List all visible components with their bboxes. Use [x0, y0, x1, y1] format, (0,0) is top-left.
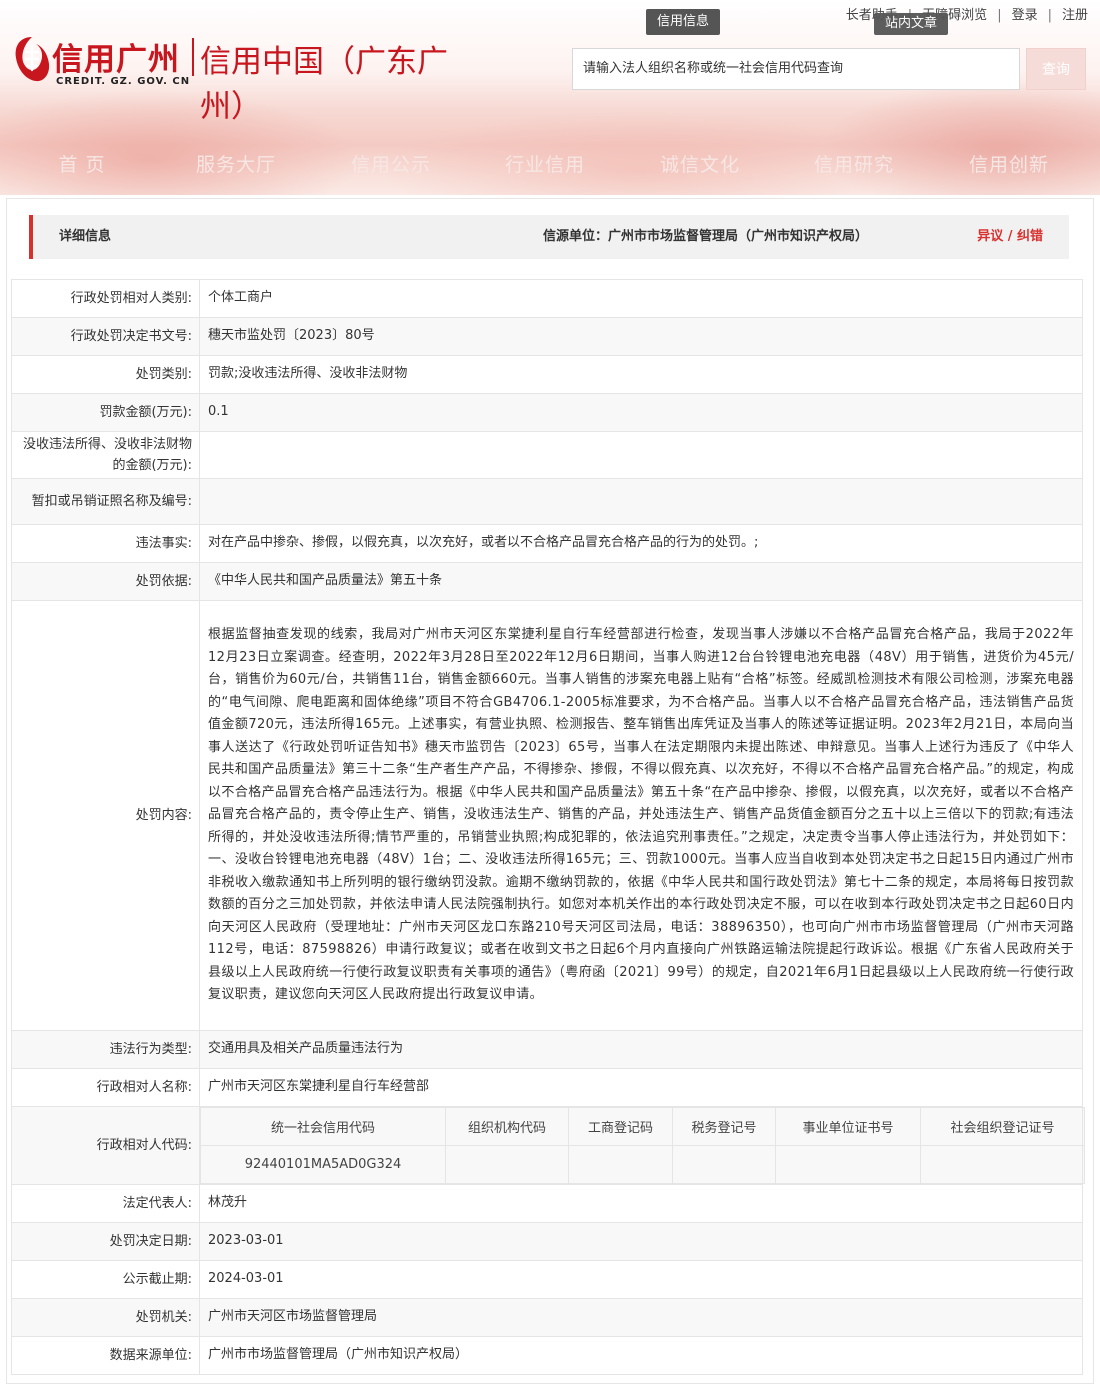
row-label: 暂扣或吊销证照名称及编号: [11, 478, 200, 525]
detail-panel: 详细信息 信源单位：广州市市场监督管理局（广州市知识产权局） 异议 / 纠错 行… [6, 198, 1094, 1384]
table-row: 处罚依据: 《中华人民共和国产品质量法》第五十条 [11, 562, 1083, 601]
row-value: 林茂升 [199, 1184, 1083, 1223]
search-button[interactable]: 查询 [1026, 48, 1086, 90]
code-value [672, 1145, 776, 1184]
table-row: 行政相对人名称: 广州市天河区东棠捷利星自行车经营部 [11, 1068, 1083, 1107]
row-label: 违法行为类型: [11, 1030, 200, 1069]
row-value: 交通用具及相关产品质量违法行为 [199, 1030, 1083, 1069]
row-label: 处罚内容: [11, 600, 200, 1031]
table-row: 数据来源单位: 广州市市场监督管理局（广州市知识产权局） [11, 1336, 1083, 1375]
column-header: 事业单位证书号 [775, 1107, 921, 1146]
column-header: 组织机构代码 [445, 1107, 569, 1146]
table-row: 行政处罚相对人类别: 个体工商户 [11, 279, 1083, 318]
table-row: 暂扣或吊销证照名称及编号: [11, 478, 1083, 525]
row-label: 行政处罚相对人类别: [11, 279, 200, 318]
table-row: 处罚机关: 广州市天河区市场监督管理局 [11, 1298, 1083, 1337]
row-value: 对在产品中掺杂、掺假，以假充真，以次充好，或者以不合格产品冒充合格产品的行为的处… [199, 524, 1083, 563]
column-header: 统一社会信用代码 [200, 1107, 446, 1146]
source-unit: 信源单位：广州市市场监督管理局（广州市知识产权局） [543, 229, 869, 244]
row-label: 处罚机关: [11, 1298, 200, 1337]
search-input[interactable]: 请输入法人组织名称或统一社会信用代码查询 [572, 48, 1020, 90]
objection-correction-link[interactable]: 异议 / 纠错 [977, 215, 1043, 259]
search-type-site-articles[interactable]: 站内文章 [874, 13, 948, 35]
table-row: 违法行为类型: 交通用具及相关产品质量违法行为 [11, 1030, 1083, 1069]
row-label: 没收违法所得、没收非法财物的金额(万元): [11, 431, 200, 479]
row-label: 公示截止期: [11, 1260, 200, 1299]
table-row: 公示截止期: 2024-03-01 [11, 1260, 1083, 1299]
column-header: 社会组织登记证号 [920, 1107, 1085, 1146]
row-value: 2024-03-01 [199, 1260, 1083, 1299]
logo-main-text: 信用广州 [52, 42, 180, 78]
row-label: 处罚类别: [11, 355, 200, 394]
table-row: 行政相对人代码: 统一社会信用代码 组织机构代码 工商登记码 税务登记号 事业单… [11, 1106, 1085, 1185]
nav-item-credit-publicity[interactable]: 信用公示 [321, 150, 461, 177]
search-type-credit-info[interactable]: 信用信息 [646, 9, 720, 35]
row-label: 违法事实: [11, 524, 200, 563]
credit-seal-icon [15, 37, 50, 82]
table-row: 处罚决定日期: 2023-03-01 [11, 1222, 1083, 1261]
nav-item-integrity-culture[interactable]: 诚信文化 [630, 150, 770, 177]
registration-codes-table: 统一社会信用代码 组织机构代码 工商登记码 税务登记号 事业单位证书号 社会组织… [200, 1107, 1085, 1184]
detail-header-bar: 详细信息 信源单位：广州市市场监督管理局（广州市知识产权局） 异议 / 纠错 [29, 215, 1069, 259]
penalty-detail-table: 行政处罚相对人类别: 个体工商户 行政处罚决定书文号: 穗天市监处罚〔2023〕… [11, 279, 1085, 1375]
site-logo[interactable]: 信用广州 CREDIT. GZ. GOV. CN 信用中国（广东广州） [12, 32, 482, 125]
link-separator: | [1047, 8, 1052, 23]
nav-item-credit-research[interactable]: 信用研究 [784, 150, 924, 177]
row-label: 行政处罚决定书文号: [11, 317, 200, 356]
row-label: 数据来源单位: [11, 1336, 200, 1375]
login-link[interactable]: 登录 [1012, 4, 1038, 23]
nav-item-credit-innovation[interactable]: 信用创新 [939, 150, 1079, 177]
codes-header-row: 统一社会信用代码 组织机构代码 工商登记码 税务登记号 事业单位证书号 社会组织… [200, 1107, 1085, 1146]
table-row: 违法事实: 对在产品中掺杂、掺假，以假充真，以次充好，或者以不合格产品冒充合格产… [11, 524, 1083, 563]
row-value: 个体工商户 [199, 279, 1083, 318]
site-header: 信用广州 CREDIT. GZ. GOV. CN 信用中国（广东广州） 长者助手… [0, 0, 1100, 195]
nav-item-service-hall[interactable]: 服务大厅 [166, 150, 306, 177]
row-label: 处罚依据: [11, 562, 200, 601]
code-value [445, 1145, 569, 1184]
column-header: 税务登记号 [672, 1107, 776, 1146]
row-value: 2023-03-01 [199, 1222, 1083, 1261]
table-row: 没收违法所得、没收非法财物的金额(万元): [11, 431, 1083, 479]
codes-value-row: 92440101MA5AD0G324 [200, 1145, 1085, 1184]
detail-title: 详细信息 [59, 229, 112, 244]
code-value: 92440101MA5AD0G324 [200, 1145, 446, 1184]
column-header: 工商登记码 [568, 1107, 673, 1146]
row-label: 行政相对人名称: [11, 1068, 200, 1107]
nav-item-industry-credit[interactable]: 行业信用 [475, 150, 615, 177]
row-label: 行政相对人代码: [11, 1106, 200, 1185]
table-row: 处罚类别: 罚款;没收违法所得、没收非法财物 [11, 355, 1083, 394]
table-row: 处罚内容: 根据监督抽查发现的线索，我局对广州市天河区东棠捷利星自行车经营部进行… [11, 600, 1083, 1031]
row-value: 《中华人民共和国产品质量法》第五十条 [199, 562, 1083, 601]
table-row: 法定代表人: 林茂升 [11, 1184, 1083, 1223]
site-title: 信用中国（广东广州） [200, 44, 448, 125]
logo-domain-text: CREDIT. GZ. GOV. CN [56, 76, 191, 87]
code-value [775, 1145, 921, 1184]
register-link[interactable]: 注册 [1062, 4, 1088, 23]
code-value [568, 1145, 673, 1184]
row-value: 广州市天河区市场监督管理局 [199, 1298, 1083, 1337]
row-label: 法定代表人: [11, 1184, 200, 1223]
link-separator: | [997, 8, 1002, 23]
row-value: 穗天市监处罚〔2023〕80号 [199, 317, 1083, 356]
row-value: 0.1 [199, 393, 1083, 432]
row-value: 根据监督抽查发现的线索，我局对广州市天河区东棠捷利星自行车经营部进行检查，发现当… [199, 600, 1083, 1031]
nav-item-home[interactable]: 首 页 [12, 150, 152, 177]
table-row: 行政处罚决定书文号: 穗天市监处罚〔2023〕80号 [11, 317, 1083, 356]
row-value [199, 478, 1083, 525]
logo-divider [192, 38, 194, 76]
row-label: 处罚决定日期: [11, 1222, 200, 1261]
codes-cell: 统一社会信用代码 组织机构代码 工商登记码 税务登记号 事业单位证书号 社会组织… [199, 1106, 1085, 1185]
main-nav: 首 页 服务大厅 信用公示 行业信用 诚信文化 信用研究 信用创新 [0, 150, 1100, 182]
code-value [920, 1145, 1085, 1184]
row-value: 罚款;没收违法所得、没收非法财物 [199, 355, 1083, 394]
table-row: 罚款金额(万元): 0.1 [11, 393, 1083, 432]
row-label: 罚款金额(万元): [11, 393, 200, 432]
row-value: 广州市市场监督管理局（广州市知识产权局） [199, 1336, 1083, 1375]
row-value [199, 431, 1083, 479]
row-value: 广州市天河区东棠捷利星自行车经营部 [199, 1068, 1083, 1107]
